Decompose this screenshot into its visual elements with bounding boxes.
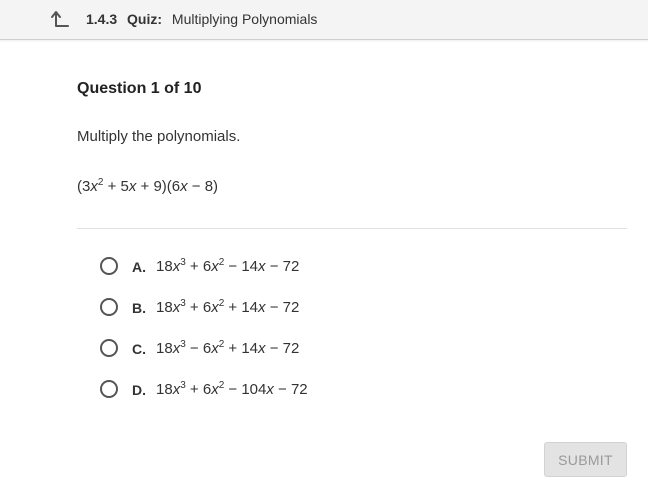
option-text: 18x3 − 6x2 + 14x − 72 [156, 339, 300, 358]
radio-button[interactable] [100, 339, 118, 357]
answer-options: A. 18x3 + 6x2 − 14x − 72 B. 18x3 + 6x2 +… [100, 248, 430, 412]
breadcrumb: 1.4.3 Quiz: Multiplying Polynomials [86, 11, 317, 27]
radio-button[interactable] [100, 298, 118, 316]
option-d[interactable]: D. 18x3 + 6x2 − 104x − 72 [100, 371, 430, 412]
submit-button[interactable]: SUBMIT [544, 442, 627, 477]
option-letter: D. [132, 382, 146, 398]
option-c[interactable]: C. 18x3 − 6x2 + 14x − 72 [100, 330, 430, 371]
divider [77, 228, 627, 229]
option-text: 18x3 + 6x2 + 14x − 72 [156, 298, 300, 317]
option-a[interactable]: A. 18x3 + 6x2 − 14x − 72 [100, 248, 430, 289]
lesson-title: Multiplying Polynomials [171, 11, 318, 27]
option-b[interactable]: B. 18x3 + 6x2 + 14x − 72 [100, 289, 430, 330]
lesson-number: 1.4.3 [86, 11, 118, 27]
radio-button[interactable] [100, 257, 118, 275]
question-expression: (3x2 + 5x + 9)(6x − 8) [77, 177, 219, 196]
question-heading: Question 1 of 10 [77, 80, 202, 97]
lesson-kind: Quiz: [127, 11, 163, 27]
option-letter: A. [132, 259, 146, 275]
option-letter: B. [132, 300, 146, 316]
top-bar: 1.4.3 Quiz: Multiplying Polynomials [0, 0, 648, 40]
option-text: 18x3 + 6x2 − 14x − 72 [156, 257, 300, 276]
back-arrow-icon[interactable] [50, 10, 70, 28]
radio-button[interactable] [100, 380, 118, 398]
question-prompt: Multiply the polynomials. [77, 128, 241, 145]
option-letter: C. [132, 341, 146, 357]
option-text: 18x3 + 6x2 − 104x − 72 [156, 380, 308, 399]
